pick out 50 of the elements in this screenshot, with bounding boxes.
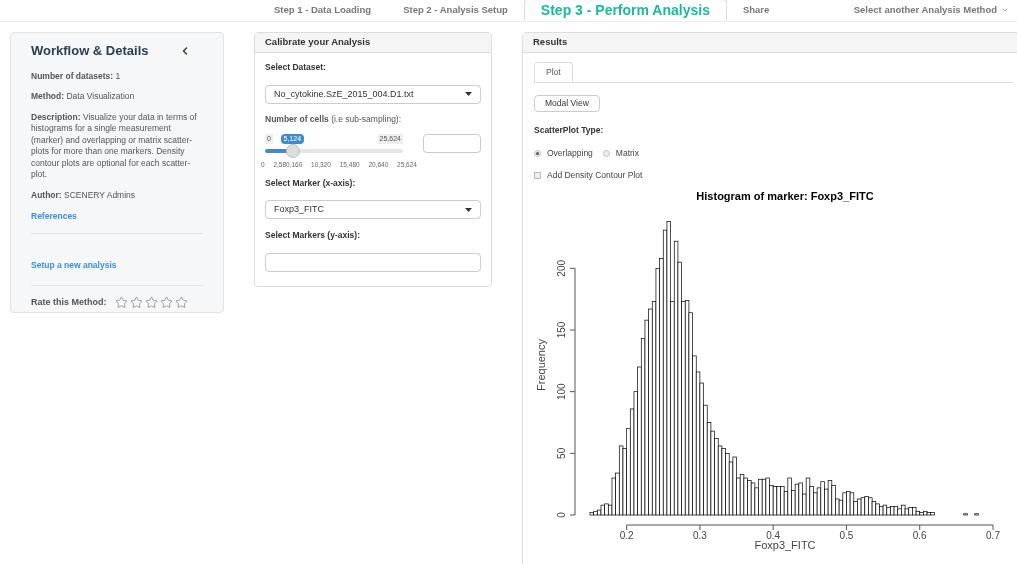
x-tick-label: 0.3 [692,530,707,542]
detail-text: Description: Visualize your data in terms of histograms for a single measurement (marker) and overlapping or matrix scatter-plots for more than one markers. Density contour plots are optional for each scatter-plot. [31,111,198,181]
y-tick-label: 0 [556,512,567,519]
caret-icon [1001,6,1009,14]
y-tick-label: 200 [556,260,567,278]
field-label: ScatterPlot Type: [534,124,605,137]
x-tick-label: 0.6 [912,530,927,542]
radio-option[interactable]: Matrix [602,146,639,160]
density-checkbox-option[interactable]: Add Density Contour Plot [534,168,1013,182]
panel-title: Calibrate your Analysis [265,35,371,50]
markers-input[interactable] [265,253,481,272]
nav-tab[interactable]: Share [726,0,786,21]
radio-option[interactable]: Overlapping [534,146,593,160]
dataset-select[interactable]: No_cytokine.SzE_2015_004.D1.txt [265,84,481,104]
caret-icon [465,207,472,212]
rating-star-icon[interactable] [114,296,128,309]
nav-tab[interactable]: Step 2 - Analysis Setup [387,0,524,21]
rating-star-icon[interactable] [159,296,173,309]
marker-select[interactable]: Foxp3_FITC [265,200,481,220]
x-tick-label: 0.7 [986,530,1000,542]
cells-input[interactable] [423,133,481,153]
detail-text: Author: SCENERY Admins [31,189,137,201]
field-label: Select Dataset: [265,61,327,74]
x-axis-label: Foxp3_FITC [754,539,816,552]
y-tick-label: 50 [556,448,567,460]
rating-star-icon[interactable] [144,296,158,309]
histogram-bar [963,513,968,516]
x-tick-label: 0.4 [766,530,781,542]
field-label: Select Marker (x-axis): [265,176,357,190]
rating-label: Rate this Method: [31,295,107,309]
detail-text: Method: Data Visualization [31,91,136,103]
detail-text: Number of datasets: 1 [31,70,122,82]
y-tick-label: 100 [556,383,567,401]
field-label: Select Markers (y-axis): [265,229,361,242]
x-tick-label: 0.2 [619,530,634,542]
histogram-bar [974,513,979,516]
nav-tab[interactable]: Step 1 - Data Loading [258,0,388,21]
rating-star-icon[interactable] [174,296,188,309]
modal-view-button[interactable]: Modal View [534,95,600,112]
chart-title: Histogram of marker: Foxp3_FITC [696,190,874,203]
sidebar-title: Workflow & Details [31,42,149,60]
method-menu[interactable]: Select another Analysis Method [845,0,1017,21]
y-tick-label: 150 [556,322,567,339]
field-label: Number of cells (i.e sub-sampling): [265,112,403,126]
y-axis-label: Frequency [535,339,547,392]
plot-tab[interactable]: Plot [534,62,573,82]
x-tick-label: 0.5 [839,530,854,542]
rating-star-icon[interactable] [129,296,143,309]
panel-title: Results [533,35,568,50]
caret-icon [465,92,472,97]
